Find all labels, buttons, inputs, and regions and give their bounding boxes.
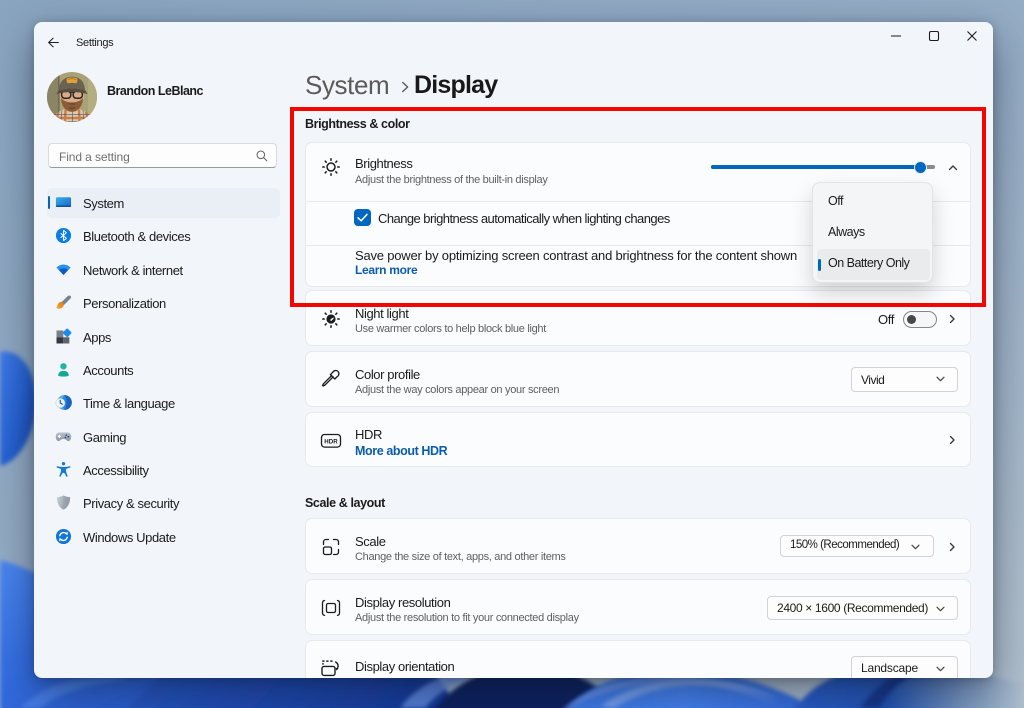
- svg-text:HDR: HDR: [324, 439, 338, 446]
